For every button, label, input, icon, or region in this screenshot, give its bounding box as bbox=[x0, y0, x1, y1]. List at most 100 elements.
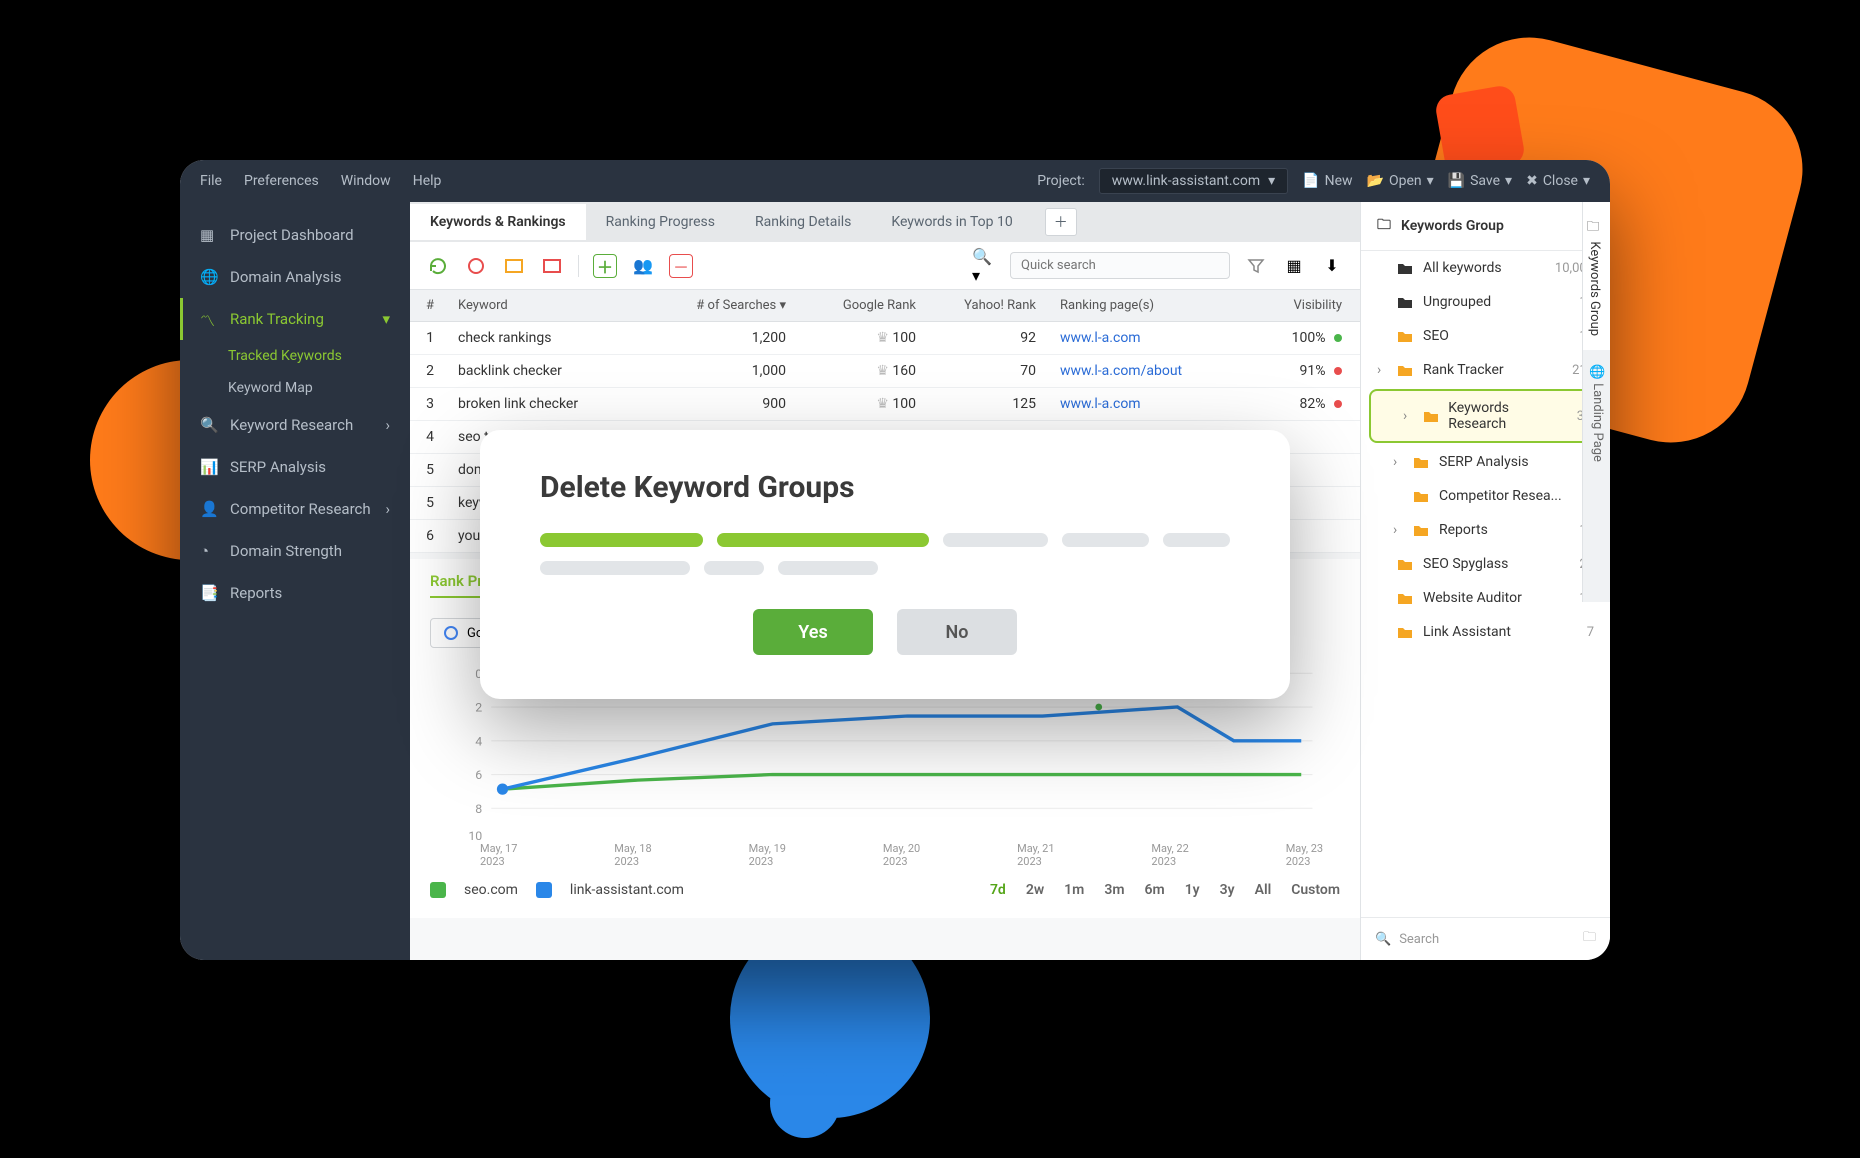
col-num[interactable]: # bbox=[410, 298, 450, 313]
refresh-icon[interactable] bbox=[426, 254, 450, 278]
menu-help[interactable]: Help bbox=[413, 173, 442, 189]
placeholder-bar bbox=[717, 533, 928, 547]
range-3m[interactable]: 3m bbox=[1104, 882, 1124, 898]
sidebar-item-rank-tracking[interactable]: 〽Rank Tracking▾ bbox=[180, 298, 410, 340]
folder-icon bbox=[1397, 625, 1413, 639]
tool-icon[interactable] bbox=[502, 254, 526, 278]
placeholder-bar bbox=[1062, 533, 1148, 547]
svg-text:8: 8 bbox=[475, 803, 482, 817]
group-item[interactable]: SEO Spyglass22 bbox=[1361, 547, 1610, 581]
chevron-down-icon: ▾ bbox=[1268, 173, 1275, 189]
search-icon: 🔍 bbox=[200, 416, 218, 434]
group-label: Website Auditor bbox=[1423, 590, 1522, 606]
save-button[interactable]: 💾Save ▾ bbox=[1448, 173, 1512, 189]
new-button[interactable]: 📄New bbox=[1302, 173, 1352, 189]
group-item[interactable]: ›Keywords Research3 bbox=[1369, 389, 1602, 443]
close-icon: ✖ bbox=[1526, 173, 1538, 189]
delete-icon[interactable]: － bbox=[669, 254, 693, 278]
group-item[interactable]: All keywords10,000 bbox=[1361, 251, 1610, 285]
group-item[interactable]: ›SERP Analysis3 bbox=[1361, 445, 1610, 479]
close-button[interactable]: ✖Close ▾ bbox=[1526, 173, 1590, 189]
sidebar-sub-keyword-map[interactable]: Keyword Map bbox=[180, 372, 410, 404]
sidebar-item-reports[interactable]: 📑Reports bbox=[180, 572, 410, 614]
no-button[interactable]: No bbox=[897, 609, 1017, 655]
group-label: Rank Tracker bbox=[1423, 362, 1504, 378]
grid-icon: ▦ bbox=[200, 226, 218, 244]
range-All[interactable]: All bbox=[1255, 882, 1272, 898]
menu-preferences[interactable]: Preferences bbox=[244, 173, 319, 189]
group-item[interactable]: Ungrouped16 bbox=[1361, 285, 1610, 319]
tool-icon[interactable] bbox=[464, 254, 488, 278]
vertical-tabs: 🗀 Keywords Group 🌐 Landing Page bbox=[1582, 202, 1610, 602]
menubar: File Preferences Window Help Project: ww… bbox=[180, 160, 1610, 202]
group-item[interactable]: ›Rank Tracker215 bbox=[1361, 353, 1610, 387]
table-row[interactable]: 2backlink checker1,000♛ 16070www.l-a.com… bbox=[410, 355, 1360, 388]
group-list: All keywords10,000Ungrouped16SEO16›Rank … bbox=[1361, 251, 1610, 649]
download-icon[interactable]: ⬇ bbox=[1320, 254, 1344, 278]
group-label: SERP Analysis bbox=[1439, 454, 1529, 470]
project-select[interactable]: www.link-assistant.com ▾ bbox=[1099, 168, 1288, 194]
tab-keywords-rankings[interactable]: Keywords & Rankings bbox=[410, 204, 586, 240]
sidebar-item-domain-analysis[interactable]: 🌐Domain Analysis bbox=[180, 256, 410, 298]
tab-top10[interactable]: Keywords in Top 10 bbox=[871, 204, 1032, 240]
sidebar-sub-tracked-keywords[interactable]: Tracked Keywords bbox=[180, 340, 410, 372]
placeholder-bar bbox=[540, 561, 690, 575]
range-3y[interactable]: 3y bbox=[1220, 882, 1235, 898]
menu-window[interactable]: Window bbox=[341, 173, 391, 189]
col-searches[interactable]: # of Searches ▾ bbox=[670, 298, 800, 313]
range-1y[interactable]: 1y bbox=[1185, 882, 1200, 898]
menu-file[interactable]: File bbox=[200, 173, 222, 189]
sidebar-item-keyword-research[interactable]: 🔍Keyword Research› bbox=[180, 404, 410, 446]
placeholder-bar bbox=[1163, 533, 1230, 547]
range-6m[interactable]: 6m bbox=[1145, 882, 1165, 898]
group-item[interactable]: Competitor Resea...7 bbox=[1361, 479, 1610, 513]
table-row[interactable]: 3broken link checker900♛ 100125www.l-a.c… bbox=[410, 388, 1360, 421]
search-input[interactable] bbox=[1010, 252, 1230, 279]
col-yahoo-rank[interactable]: Yahoo! Rank bbox=[930, 298, 1050, 313]
group-count: 7 bbox=[1587, 625, 1594, 640]
sidebar-item-serp-analysis[interactable]: 📊SERP Analysis bbox=[180, 446, 410, 488]
group-item[interactable]: Website Auditor11 bbox=[1361, 581, 1610, 615]
col-google-rank[interactable]: Google Rank bbox=[800, 298, 930, 313]
add-button[interactable]: ＋ bbox=[593, 254, 617, 278]
folder-icon: 🗀 bbox=[1587, 216, 1602, 238]
delete-dialog: Delete Keyword Groups Yes No bbox=[480, 430, 1290, 699]
group-item[interactable]: SEO16 bbox=[1361, 319, 1610, 353]
panel-search[interactable]: 🔍 Search 🗀 bbox=[1361, 917, 1610, 960]
group-label: Link Assistant bbox=[1423, 624, 1511, 640]
table-row[interactable]: 1check rankings1,200♛ 10092www.l-a.com10… bbox=[410, 322, 1360, 355]
range-7d[interactable]: 7d bbox=[990, 882, 1006, 898]
tab-ranking-details[interactable]: Ranking Details bbox=[735, 204, 871, 240]
group-item[interactable]: ›Reports16 bbox=[1361, 513, 1610, 547]
grid-icon[interactable]: ▦ bbox=[1282, 254, 1306, 278]
search-dropdown-icon[interactable]: 🔍 ▾ bbox=[972, 254, 996, 278]
vtab-keywords-group[interactable]: 🗀 Keywords Group bbox=[1583, 202, 1610, 350]
folder-icon bbox=[1397, 329, 1413, 343]
col-ranking-pages[interactable]: Ranking page(s) bbox=[1050, 298, 1220, 313]
range-selector: 7d 2w 1m 3m 6m 1y 3y All Custom bbox=[990, 882, 1340, 898]
open-button[interactable]: 📂Open ▾ bbox=[1367, 173, 1434, 189]
range-2w[interactable]: 2w bbox=[1026, 882, 1044, 898]
col-visibility[interactable]: Visibility bbox=[1220, 298, 1360, 313]
tabs: Keywords & Rankings Ranking Progress Ran… bbox=[410, 202, 1360, 242]
vtab-landing-page[interactable]: 🌐 Landing Page bbox=[1583, 350, 1610, 476]
sidebar-item-competitor-research[interactable]: 👤Competitor Research› bbox=[180, 488, 410, 530]
group-label: Reports bbox=[1439, 522, 1488, 538]
filter-icon[interactable] bbox=[1244, 254, 1268, 278]
range-1m[interactable]: 1m bbox=[1064, 882, 1084, 898]
add-tab-button[interactable]: ＋ bbox=[1045, 208, 1077, 236]
range-Custom[interactable]: Custom bbox=[1291, 882, 1340, 898]
tool-icon[interactable] bbox=[540, 254, 564, 278]
group-item[interactable]: Link Assistant 7 bbox=[1361, 615, 1610, 649]
folder-add-icon[interactable]: 🗀 bbox=[1583, 928, 1596, 950]
doc-icon: 📑 bbox=[200, 584, 218, 602]
yes-button[interactable]: Yes bbox=[753, 609, 873, 655]
group-label: Keywords Research bbox=[1448, 400, 1566, 432]
col-keyword[interactable]: Keyword bbox=[450, 298, 670, 313]
sidebar-item-domain-strength[interactable]: ◔Domain Strength bbox=[180, 530, 410, 572]
svg-text:2: 2 bbox=[475, 702, 482, 716]
legend-swatch bbox=[536, 882, 552, 898]
user-tool-icon[interactable]: 👥 bbox=[631, 254, 655, 278]
tab-ranking-progress[interactable]: Ranking Progress bbox=[586, 204, 735, 240]
sidebar-item-dashboard[interactable]: ▦Project Dashboard bbox=[180, 214, 410, 256]
